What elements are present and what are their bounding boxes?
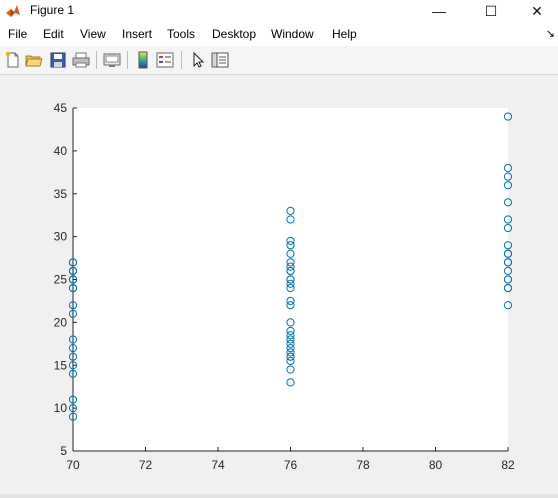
toolbar-separator [96, 51, 97, 69]
toolbar-separator [181, 51, 182, 69]
x-tick-label: 82 [501, 458, 515, 472]
window-title: Figure 1 [30, 3, 75, 17]
menu-desktop[interactable]: Desktop [212, 27, 256, 41]
y-tick-label: 20 [54, 315, 68, 329]
menu-insert[interactable]: Insert [122, 27, 152, 41]
new-figure-icon[interactable] [4, 51, 22, 69]
menu-window[interactable]: Window [271, 27, 314, 41]
x-tick-label: 78 [356, 458, 370, 472]
x-tick-label: 80 [429, 458, 443, 472]
y-tick-label: 10 [54, 401, 68, 415]
figure-toolbar [0, 46, 558, 75]
y-tick-label: 40 [54, 144, 68, 158]
x-tick-label: 72 [139, 458, 153, 472]
print-icon[interactable] [72, 51, 90, 69]
minimize-button[interactable]: — [416, 0, 462, 22]
edit-plot-cursor-icon[interactable] [189, 51, 207, 69]
menu-edit[interactable]: Edit [43, 27, 64, 41]
axes-background [73, 108, 508, 451]
insert-colorbar-icon[interactable] [134, 51, 152, 69]
x-tick-label: 74 [211, 458, 225, 472]
maximize-button[interactable]: ☐ [468, 0, 514, 22]
menu-file[interactable]: File [8, 27, 27, 41]
y-tick-label: 35 [54, 187, 68, 201]
x-tick-label: 76 [284, 458, 298, 472]
matlab-logo-icon [6, 5, 20, 17]
link-plot-icon[interactable] [103, 51, 121, 69]
open-file-icon[interactable] [25, 51, 43, 69]
dock-arrow-icon[interactable]: ↘ [546, 27, 555, 40]
menu-bar: File Edit View Insert Tools Desktop Wind… [0, 22, 558, 46]
property-inspector-icon[interactable] [211, 51, 229, 69]
insert-legend-icon[interactable] [156, 51, 174, 69]
menu-tools[interactable]: Tools [167, 27, 195, 41]
close-button[interactable]: ✕ [514, 0, 558, 22]
y-tick-label: 25 [54, 273, 68, 287]
y-tick-label: 30 [54, 230, 68, 244]
menu-view[interactable]: View [80, 27, 106, 41]
toolbar-separator [127, 51, 128, 69]
y-tick-label: 15 [54, 358, 68, 372]
x-tick-label: 70 [66, 458, 80, 472]
menu-help[interactable]: Help [332, 27, 357, 41]
title-bar: Figure 1 — ☐ ✕ [0, 0, 558, 23]
window-bottom-edge [0, 494, 558, 498]
y-tick-label: 45 [54, 101, 68, 115]
save-icon[interactable] [49, 51, 67, 69]
y-tick-label: 5 [60, 444, 67, 458]
scatter-plot[interactable]: 70 72 74 76 78 80 82 5 10 15 20 25 30 35 40 45 [0, 75, 558, 495]
